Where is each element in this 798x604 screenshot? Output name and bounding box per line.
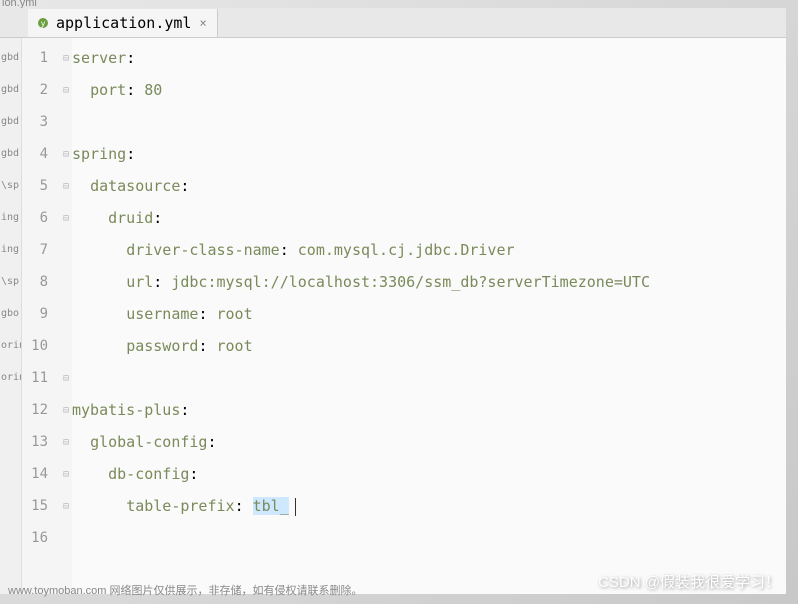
fold-toggle[interactable]: ⊟ [60, 138, 72, 170]
fold-toggle [60, 234, 72, 266]
fold-toggle[interactable]: ⊟ [60, 362, 72, 394]
sidebar-label: gbd [0, 74, 21, 106]
code-line[interactable]: druid: [72, 202, 786, 234]
code-content[interactable]: server: port: 80 spring: datasource: dru… [72, 38, 786, 594]
sidebar-label: orin [0, 330, 21, 362]
sidebar-label: ing [0, 202, 21, 234]
line-number: 12 [22, 394, 48, 426]
line-number: 13 [22, 426, 48, 458]
line-number: 6 [22, 202, 48, 234]
line-number: 11 [22, 362, 48, 394]
code-line[interactable]: table-prefix: tbl_ [72, 490, 786, 522]
line-number: 7 [22, 234, 48, 266]
fold-toggle [60, 522, 72, 554]
code-line[interactable]: username: root [72, 298, 786, 330]
tab-filename: application.yml [56, 14, 191, 32]
text-cursor [295, 498, 296, 516]
code-line[interactable]: url: jdbc:mysql://localhost:3306/ssm_db?… [72, 266, 786, 298]
sidebar-label: ing [0, 234, 21, 266]
fold-toggle[interactable]: ⊟ [60, 202, 72, 234]
line-number: 4 [22, 138, 48, 170]
watermark-source: www.toymoban.com 网络图片仅供展示，非存储，如有侵权请联系删除。 [8, 582, 362, 598]
line-number: 15 [22, 490, 48, 522]
fold-toggle[interactable]: ⊟ [60, 458, 72, 490]
svg-text:y: y [41, 19, 46, 28]
sidebar-label: orin [0, 362, 21, 394]
line-number: 8 [22, 266, 48, 298]
fold-toggle [60, 266, 72, 298]
code-line[interactable] [72, 522, 786, 554]
code-line[interactable] [72, 106, 786, 138]
breadcrumb-sidebar: gbd gbd gbd gbd \sp ing ing \sp gbo orin… [0, 38, 22, 594]
fold-toggle [60, 330, 72, 362]
fold-toggle[interactable]: ⊟ [60, 74, 72, 106]
fold-gutter: ⊟ ⊟ ⊟ ⊟ ⊟ ⊟ ⊟ ⊟ ⊟ ⊟ [60, 38, 72, 594]
code-line[interactable]: db-config: [72, 458, 786, 490]
editor-area: gbd gbd gbd gbd \sp ing ing \sp gbo orin… [0, 38, 786, 594]
line-number-gutter: 1 2 3 4 5 6 7 8 9 10 11 12 13 14 15 16 [22, 38, 60, 594]
sidebar-label: gbd [0, 138, 21, 170]
sidebar-label: gbo [0, 298, 21, 330]
sidebar-label: gbd [0, 106, 21, 138]
code-line[interactable]: mybatis-plus: [72, 394, 786, 426]
close-icon[interactable]: × [197, 16, 208, 30]
sidebar-label: \sp [0, 170, 21, 202]
fold-toggle [60, 298, 72, 330]
sidebar-label: \sp [0, 266, 21, 298]
editor-window: y application.yml × gbd gbd gbd gbd \sp … [0, 8, 786, 594]
fold-toggle[interactable]: ⊟ [60, 426, 72, 458]
fold-toggle[interactable]: ⊟ [60, 490, 72, 522]
line-number: 2 [22, 74, 48, 106]
line-number: 9 [22, 298, 48, 330]
watermark-author: CSDN @假装我很爱学习！ [598, 571, 780, 592]
tab-bar: y application.yml × [0, 8, 786, 38]
code-line[interactable]: driver-class-name: com.mysql.cj.jdbc.Dri… [72, 234, 786, 266]
fold-toggle [60, 106, 72, 138]
line-number: 5 [22, 170, 48, 202]
code-line[interactable] [72, 362, 786, 394]
line-number: 3 [22, 106, 48, 138]
file-tab[interactable]: y application.yml × [28, 9, 218, 37]
code-line[interactable]: global-config: [72, 426, 786, 458]
line-number: 16 [22, 522, 48, 554]
fold-toggle[interactable]: ⊟ [60, 394, 72, 426]
code-line[interactable]: password: root [72, 330, 786, 362]
yaml-file-icon: y [36, 16, 50, 30]
code-line[interactable]: server: [72, 42, 786, 74]
fold-toggle[interactable]: ⊟ [60, 42, 72, 74]
line-number: 10 [22, 330, 48, 362]
line-number: 1 [22, 42, 48, 74]
sidebar-label: gbd [0, 42, 21, 74]
code-line[interactable]: spring: [72, 138, 786, 170]
code-line[interactable]: datasource: [72, 170, 786, 202]
line-number: 14 [22, 458, 48, 490]
fold-toggle[interactable]: ⊟ [60, 170, 72, 202]
code-line[interactable]: port: 80 [72, 74, 786, 106]
